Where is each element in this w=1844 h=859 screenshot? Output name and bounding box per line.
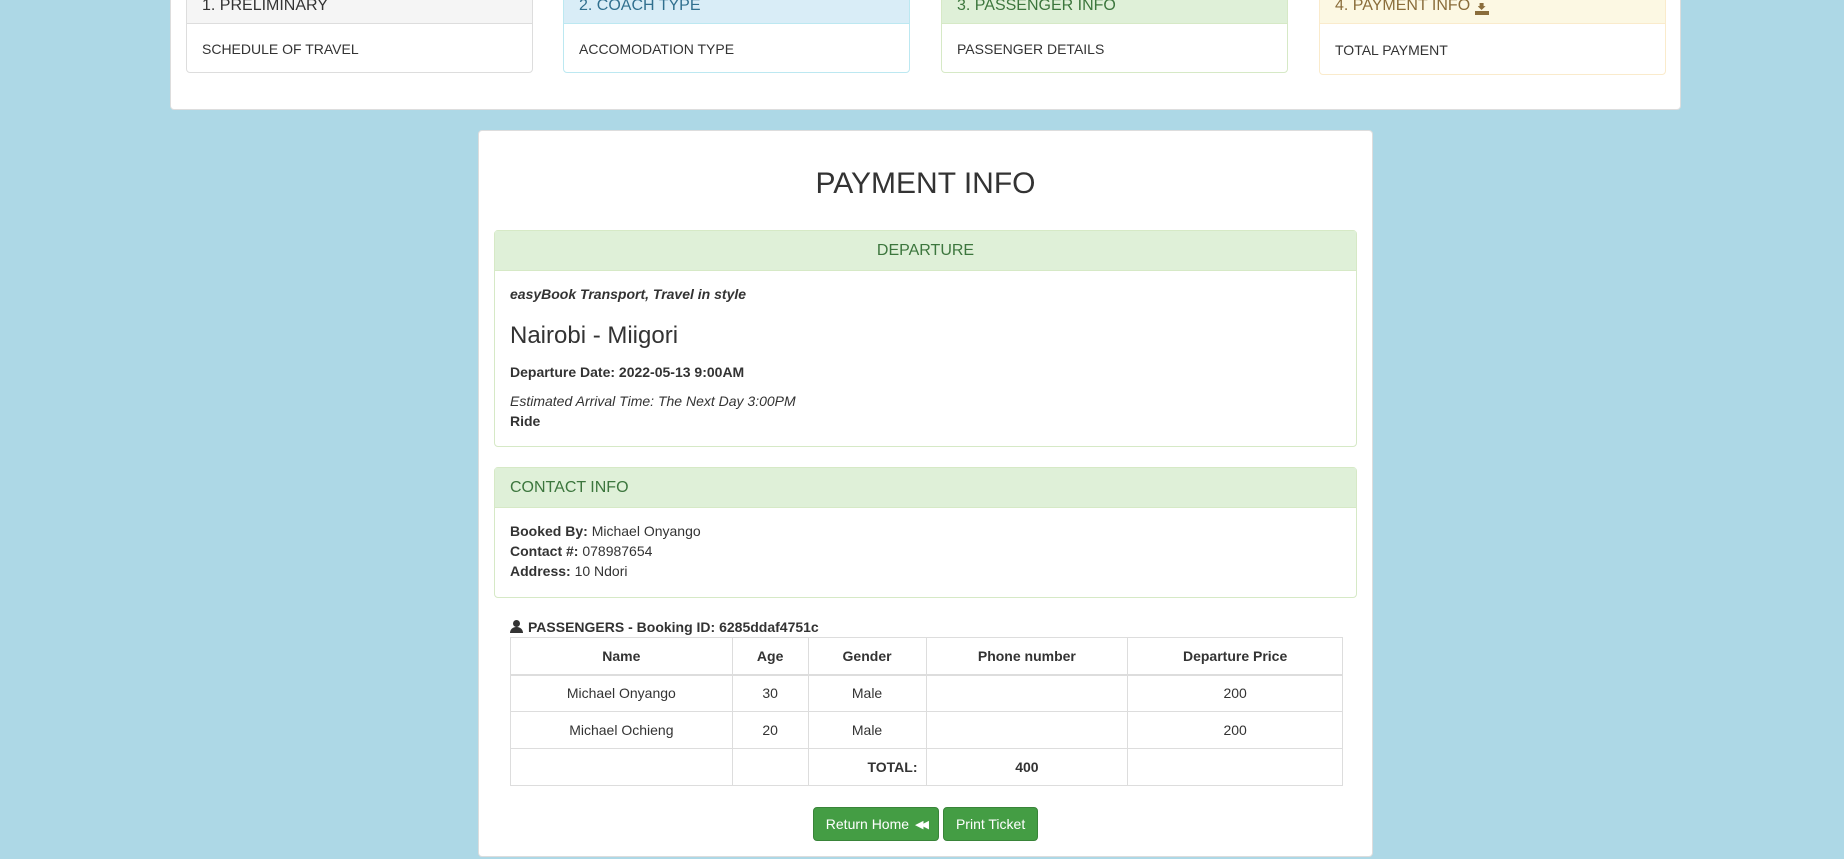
step-description: PASSENGER DETAILS <box>957 41 1105 57</box>
return-home-label: Return Home <box>825 816 910 832</box>
step-payment-info[interactable]: 4. PAYMENT INFO TOTAL PAYMENT <box>1319 0 1666 75</box>
empty-cell <box>1127 748 1343 786</box>
steps-panel: 1. PRELIMINARY SCHEDULE OF TRAVEL 2. COA… <box>170 0 1681 110</box>
departure-panel: DEPARTURE easyBook Transport, Travel in … <box>494 230 1357 447</box>
contact-number: Contact #: 078987654 <box>510 543 652 559</box>
col-name: Name <box>510 637 733 676</box>
passengers-table: Name Age Gender Phone number Departure P… <box>510 637 1343 786</box>
cell-name: Michael Ochieng <box>510 711 733 749</box>
table-row: Michael Ochieng 20 Male 200 <box>510 711 1343 749</box>
step-title: 4. PAYMENT INFO <box>1335 0 1471 14</box>
step-title: 1. PRELIMINARY <box>187 0 532 24</box>
step-header: 4. PAYMENT INFO <box>1320 0 1665 24</box>
user-icon <box>510 620 524 634</box>
print-ticket-button[interactable]: Print Ticket <box>942 807 1039 841</box>
col-price: Departure Price <box>1127 637 1343 676</box>
address-value: 10 Ndori <box>574 563 628 579</box>
col-age: Age <box>731 637 809 676</box>
cell-phone <box>925 674 1129 712</box>
booked-by: Booked By: Michael Onyango <box>510 523 701 539</box>
table-header-row: Name Age Gender Phone number Departure P… <box>510 637 1343 676</box>
col-gender: Gender <box>807 637 927 676</box>
company-tagline: easyBook Transport, Travel in style <box>510 286 747 302</box>
col-phone: Phone number <box>925 637 1129 676</box>
step-description: TOTAL PAYMENT <box>1335 42 1448 58</box>
cell-gender: Male <box>807 711 927 749</box>
passengers-title: PASSENGERS - Booking ID: 6285ddaf4751c <box>528 619 819 635</box>
step-coach-type[interactable]: 2. COACH TYPE ACCOMODATION TYPE <box>563 0 910 73</box>
empty-cell <box>510 748 733 786</box>
contact-value: 078987654 <box>582 543 653 559</box>
booked-by-value: Michael Onyango <box>591 523 701 539</box>
cell-age: 20 <box>731 711 809 749</box>
address: Address: 10 Ndori <box>510 563 628 579</box>
page-title: PAYMENT INFO <box>815 167 1036 200</box>
route: Nairobi - Miigori <box>510 322 679 349</box>
total-label: TOTAL: <box>807 748 927 786</box>
departure-heading: DEPARTURE <box>495 231 1356 271</box>
step-title: 2. COACH TYPE <box>564 0 909 24</box>
contact-label: Contact #: <box>510 543 579 559</box>
cell-gender: Male <box>807 674 927 712</box>
address-label: Address: <box>510 563 571 579</box>
total-value: 400 <box>925 748 1129 786</box>
step-preliminary[interactable]: 1. PRELIMINARY SCHEDULE OF TRAVEL <box>186 0 533 73</box>
action-buttons: Return Home ◀◀ Print Ticket <box>479 807 1372 841</box>
download-icon <box>1474 3 1489 15</box>
cell-name: Michael Onyango <box>510 674 733 712</box>
payment-card: PAYMENT INFO DEPARTURE easyBook Transpor… <box>478 130 1373 857</box>
cell-phone <box>925 711 1129 749</box>
print-ticket-label: Print Ticket <box>955 816 1026 832</box>
cell-age: 30 <box>731 674 809 712</box>
return-home-button[interactable]: Return Home ◀◀ <box>812 807 939 841</box>
contact-heading: CONTACT INFO <box>495 468 1356 508</box>
booked-by-label: Booked By: <box>510 523 588 539</box>
step-description: ACCOMODATION TYPE <box>579 41 735 57</box>
empty-cell <box>731 748 809 786</box>
ride-label: Ride <box>510 413 541 429</box>
step-title: 3. PASSENGER INFO <box>942 0 1287 24</box>
table-row: Michael Onyango 30 Male 200 <box>510 674 1343 712</box>
total-row: TOTAL: 400 <box>510 748 1343 786</box>
contact-panel: CONTACT INFO Booked By: Michael Onyango … <box>494 467 1357 598</box>
fast-backward-icon: ◀◀ <box>915 818 929 831</box>
estimated-arrival: Estimated Arrival Time: The Next Day 3:0… <box>510 393 796 409</box>
passengers-heading: PASSENGERS - Booking ID: 6285ddaf4751c <box>510 619 819 635</box>
step-passenger-info[interactable]: 3. PASSENGER INFO PASSENGER DETAILS <box>941 0 1288 73</box>
departure-date: Departure Date: 2022-05-13 9:00AM <box>510 364 745 380</box>
cell-price: 200 <box>1127 674 1343 712</box>
step-description: SCHEDULE OF TRAVEL <box>202 41 359 57</box>
cell-price: 200 <box>1127 711 1343 749</box>
